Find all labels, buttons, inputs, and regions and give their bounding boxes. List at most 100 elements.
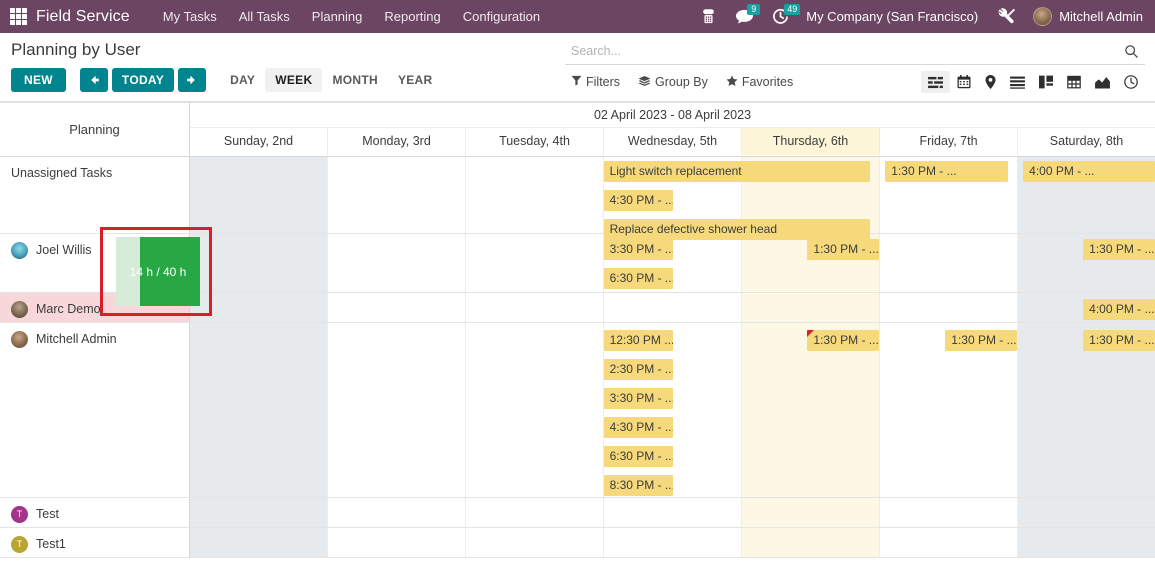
gantt-cell-r1-c1[interactable]	[327, 234, 465, 292]
gantt-cell-r4-c5[interactable]	[879, 498, 1017, 527]
view-activity-button[interactable]	[1117, 71, 1145, 93]
gantt-pill[interactable]: 3:30 PM - ...	[603, 388, 674, 409]
view-pivot-button[interactable]	[1060, 71, 1088, 93]
wrench-screwdriver-icon[interactable]	[988, 0, 1025, 33]
gantt-row-label-3[interactable]: Mitchell Admin	[0, 323, 190, 497]
prev-period-button[interactable]	[79, 68, 108, 92]
gantt-cell-r2-c5[interactable]	[879, 293, 1017, 322]
gantt-day-header-0[interactable]: Sunday, 2nd	[190, 128, 327, 155]
gantt-row-label-0[interactable]: Unassigned Tasks	[0, 157, 190, 233]
gantt-day-header-1[interactable]: Monday, 3rd	[327, 128, 465, 155]
gantt-row-label-5[interactable]: T Test1	[0, 528, 190, 557]
next-period-button[interactable]	[178, 68, 207, 92]
gantt-cell-r5-c4[interactable]	[741, 528, 879, 557]
gantt-cell-r1-c2[interactable]	[465, 234, 603, 292]
scale-day[interactable]: DAY	[220, 68, 265, 92]
favorites-dropdown[interactable]: Favorites	[726, 73, 803, 92]
gantt-cell-r2-c3[interactable]	[603, 293, 741, 322]
phone-icon[interactable]	[691, 0, 726, 33]
gantt-cell-r3-c2[interactable]	[465, 323, 603, 497]
gantt-pill[interactable]: 4:00 PM - ...	[1023, 161, 1155, 182]
gantt-cell-r1-c5[interactable]	[879, 234, 1017, 292]
apps-grid-icon[interactable]	[10, 8, 27, 25]
gantt-pill[interactable]: 1:30 PM - ...	[1083, 239, 1155, 260]
gantt-cell-r2-c4[interactable]	[741, 293, 879, 322]
filters-dropdown[interactable]: Filters	[571, 73, 630, 91]
app-brand-title[interactable]: Field Service	[36, 8, 130, 26]
gantt-cell-r0-c2[interactable]	[465, 157, 603, 233]
group-by-dropdown[interactable]: Group By	[638, 73, 718, 92]
gantt-day-header-6[interactable]: Saturday, 8th	[1017, 128, 1155, 155]
gantt-pill[interactable]: 4:00 PM - ...	[1083, 299, 1155, 320]
gantt-cell-r4-c4[interactable]	[741, 498, 879, 527]
gantt-cell-r2-c1[interactable]	[327, 293, 465, 322]
gantt-pill[interactable]: 1:30 PM - ...	[885, 161, 1009, 182]
gantt-row-label-4[interactable]: T Test	[0, 498, 190, 527]
gantt-pill[interactable]: 1:30 PM - ...	[945, 330, 1018, 351]
gantt-pill[interactable]: 1:30 PM - ...	[807, 239, 880, 260]
gantt-pill[interactable]: 1:30 PM - ...	[807, 330, 880, 351]
gantt-cell-r4-c2[interactable]	[465, 498, 603, 527]
gantt-day-header-2[interactable]: Tuesday, 4th	[465, 128, 603, 155]
workload-progress-popover[interactable]: 14 h / 40 h	[116, 237, 200, 306]
gantt-pill[interactable]: Light switch replacement	[603, 161, 871, 182]
scale-week[interactable]: WEEK	[265, 68, 323, 92]
messages-icon[interactable]: 9	[726, 0, 763, 33]
gantt-cell-r4-c1[interactable]	[327, 498, 465, 527]
search-icon[interactable]	[1120, 44, 1143, 59]
gantt-cell-r4-c0[interactable]	[190, 498, 327, 527]
gantt-cell-r0-c1[interactable]	[327, 157, 465, 233]
priority-flag-icon	[807, 330, 815, 337]
gantt-pill[interactable]: 8:30 PM - ...	[603, 475, 674, 496]
gantt-cell-r1-c0[interactable]	[190, 234, 327, 292]
gantt-pill[interactable]: 12:30 PM ...	[603, 330, 674, 351]
new-button[interactable]: NEW	[11, 68, 66, 92]
gantt-cell-r4-c3[interactable]	[603, 498, 741, 527]
gantt-cell-r5-c2[interactable]	[465, 528, 603, 557]
gantt-pill[interactable]: 2:30 PM - ...	[603, 359, 674, 380]
view-graph-button[interactable]	[1088, 71, 1117, 93]
view-gantt-button[interactable]	[921, 71, 950, 93]
view-kanban-button[interactable]	[1032, 71, 1060, 93]
nav-configuration[interactable]: Configuration	[452, 3, 551, 30]
gantt-cell-r0-c0[interactable]	[190, 157, 327, 233]
gantt-pill[interactable]: 6:30 PM - ...	[603, 268, 674, 289]
gantt-cell-r5-c0[interactable]	[190, 528, 327, 557]
gantt-pill[interactable]: 1:30 PM - ...	[1083, 330, 1155, 351]
layers-icon	[638, 75, 651, 90]
gantt-cell-r5-c6[interactable]	[1017, 528, 1155, 557]
search-input[interactable]	[571, 44, 1120, 58]
company-selector[interactable]: My Company (San Francisco)	[798, 9, 988, 24]
gantt-cell-r2-c2[interactable]	[465, 293, 603, 322]
gantt-pill[interactable]: 6:30 PM - ...	[603, 446, 674, 467]
gantt-day-header-5[interactable]: Friday, 7th	[879, 128, 1017, 155]
gantt-cell-r3-c1[interactable]	[327, 323, 465, 497]
scale-month[interactable]: MONTH	[322, 68, 388, 92]
gantt-cell-r5-c3[interactable]	[603, 528, 741, 557]
gantt-row-name: Mitchell Admin	[36, 332, 117, 346]
view-calendar-button[interactable]	[950, 71, 978, 93]
today-button[interactable]: TODAY	[111, 68, 175, 92]
nav-my-tasks[interactable]: My Tasks	[152, 3, 228, 30]
scale-year[interactable]: YEAR	[388, 68, 443, 92]
gantt-cell-r2-c0[interactable]	[190, 293, 327, 322]
gantt-pill[interactable]: 3:30 PM - ...	[603, 239, 674, 260]
gantt-cell-r5-c5[interactable]	[879, 528, 1017, 557]
nav-all-tasks[interactable]: All Tasks	[228, 3, 301, 30]
clock-icon[interactable]: 49	[763, 0, 801, 33]
gantt-day-header-3[interactable]: Wednesday, 5th	[603, 128, 741, 155]
search-bar[interactable]	[565, 38, 1145, 65]
nav-planning[interactable]: Planning	[301, 3, 374, 30]
nav-reporting[interactable]: Reporting	[373, 3, 451, 30]
gantt-cell-r4-c6[interactable]	[1017, 498, 1155, 527]
gantt-pill[interactable]: 4:30 PM - ...	[603, 417, 674, 438]
gantt-cell-r3-c0[interactable]	[190, 323, 327, 497]
user-menu[interactable]: Mitchell Admin	[1025, 7, 1147, 26]
gantt-pill[interactable]: 4:30 PM - ...	[603, 190, 674, 211]
view-list-button[interactable]	[1003, 71, 1032, 93]
view-map-button[interactable]	[978, 71, 1003, 93]
avatar-icon	[11, 331, 28, 348]
gantt-day-header-4[interactable]: Thursday, 6th	[741, 128, 879, 155]
gantt-cell-r5-c1[interactable]	[327, 528, 465, 557]
gantt-pill[interactable]: Replace defective shower head	[603, 219, 871, 240]
